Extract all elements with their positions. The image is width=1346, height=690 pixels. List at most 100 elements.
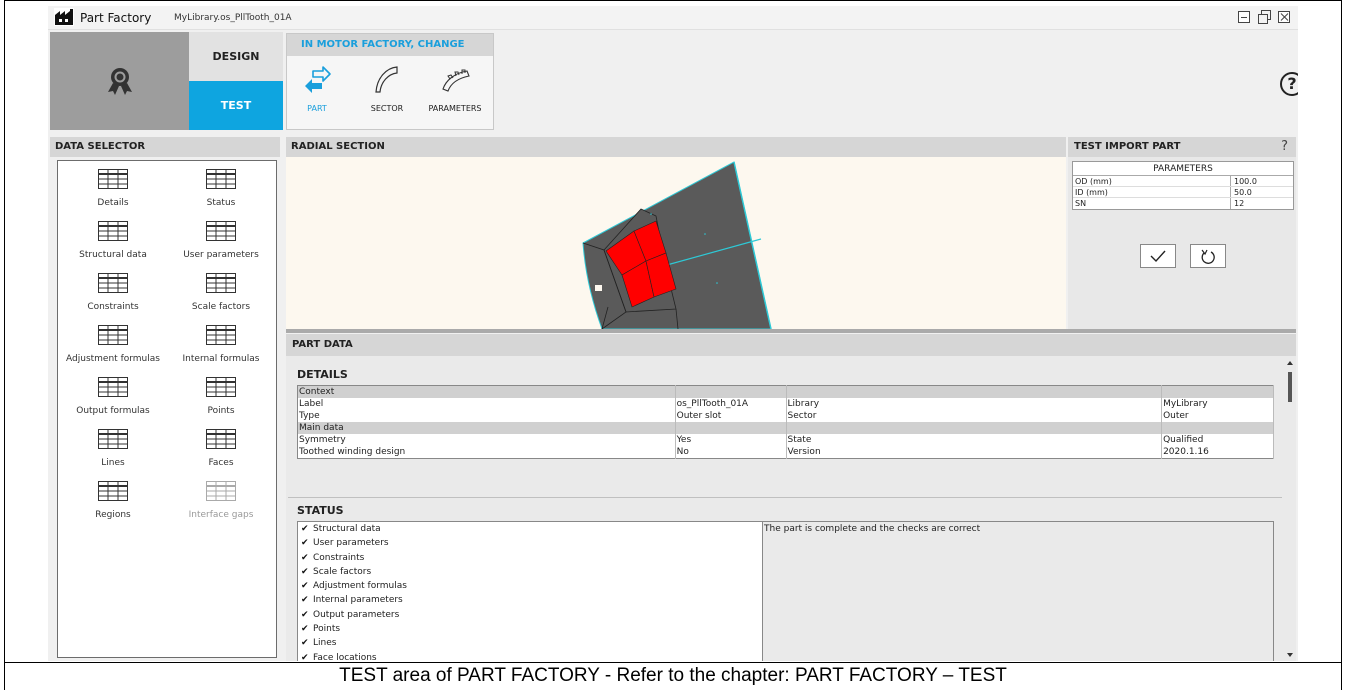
status-item[interactable]: ✔ Structural data (298, 522, 762, 536)
status-item[interactable]: ✔ Face locations (298, 651, 762, 661)
table-icon (206, 273, 236, 293)
param-value-id[interactable]: 50.0 (1231, 187, 1293, 197)
part-data-panel: DETAILS Context Label os_PllTooth_01A Libra… (286, 356, 1284, 661)
design-mode-button[interactable]: DESIGN (189, 32, 283, 81)
checkmark-icon: ✔ (301, 552, 309, 563)
scroll-down-arrow[interactable] (1287, 653, 1293, 657)
data-selector-item-label: User parameters (183, 250, 259, 260)
status-item-label: Points (313, 624, 341, 635)
data-selector-item[interactable]: Constraints (58, 273, 168, 312)
status-item-label: User parameters (313, 538, 389, 549)
data-selector-item[interactable]: Points (166, 377, 276, 416)
status-title: STATUS (297, 504, 344, 517)
details-cell: Context (297, 385, 676, 398)
status-item-label: Output parameters (313, 609, 400, 620)
help-icon[interactable]: ? (1280, 72, 1298, 96)
table-icon (98, 273, 128, 293)
close-button[interactable] (1278, 11, 1290, 23)
details-row: Symmetry Yes State Qualified (297, 434, 1274, 446)
data-selector-item[interactable]: Output formulas (58, 377, 168, 416)
checkmark-icon: ✔ (301, 624, 309, 635)
data-selector-item[interactable]: Lines (58, 429, 168, 468)
data-selector-item[interactable]: Internal formulas (166, 325, 276, 364)
status-item[interactable]: ✔ Adjustment formulas (298, 579, 762, 593)
status-item[interactable]: ✔ User parameters (298, 536, 762, 550)
table-icon (206, 481, 236, 501)
data-selector-item[interactable]: Faces (166, 429, 276, 468)
data-selector-item-label: Points (207, 406, 235, 416)
details-row: Label os_PllTooth_01A Library MyLibrary (297, 398, 1274, 410)
data-selector-item[interactable]: Regions (58, 481, 168, 520)
part-button[interactable]: PART (289, 64, 345, 113)
test-import-help-icon[interactable]: ? (1281, 137, 1288, 157)
details-group-row: Main data (297, 422, 1274, 434)
details-cell: Library (786, 398, 1163, 410)
status-list[interactable]: ✔ Structural data ✔ User parameters ✔ Constra… (297, 521, 763, 661)
details-cell (1161, 385, 1274, 398)
data-selector-item[interactable]: Status (166, 169, 276, 208)
checkmark-icon: ✔ (301, 638, 309, 649)
param-value-sn[interactable]: 12 (1231, 198, 1293, 209)
details-cell: Version (786, 446, 1163, 459)
status-item[interactable]: ✔ Output parameters (298, 608, 762, 622)
details-cell: Toothed winding design (297, 446, 676, 459)
apply-button[interactable] (1140, 244, 1176, 268)
factory-app-icon (54, 8, 74, 26)
part-factory-window: Part Factory MyLibrary.os_PllTooth_01A D… (48, 6, 1298, 661)
details-cell: 2020.1.16 (1161, 446, 1274, 459)
radial-section-drawing (582, 161, 772, 329)
status-item[interactable]: ✔ Internal parameters (298, 593, 762, 607)
table-icon (98, 481, 128, 501)
figure-caption: TEST area of PART FACTORY - Refer to the… (339, 665, 1007, 686)
data-selector-item[interactable]: Structural data (58, 221, 168, 260)
scroll-thumb[interactable] (1288, 372, 1292, 402)
part-label: PART (307, 104, 327, 113)
parameters-label: PARAMETERS (428, 104, 482, 113)
parameters-button[interactable]: PARAMETERS (427, 64, 483, 113)
part-data-scrollbar[interactable] (1284, 356, 1296, 661)
status-item-label: Structural data (313, 524, 381, 534)
param-value-od[interactable]: 100.0 (1231, 176, 1293, 186)
details-cell (1161, 422, 1274, 434)
details-cell: MyLibrary (1161, 398, 1274, 410)
part-data-header: PART DATA (286, 334, 1296, 356)
details-cell: Outer (1161, 410, 1274, 422)
minimize-button[interactable] (1238, 11, 1250, 23)
details-table: Context Label os_PllTooth_01A Library MyLibr… (297, 385, 1274, 459)
radial-section-canvas[interactable] (286, 157, 1066, 329)
status-item[interactable]: ✔ Lines (298, 636, 762, 650)
restore-button[interactable] (1258, 10, 1271, 24)
scroll-up-arrow[interactable] (1287, 361, 1293, 365)
status-message: The part is complete and the checks are … (763, 521, 1274, 661)
panel-splitter[interactable] (286, 329, 1296, 333)
data-selector-item[interactable]: User parameters (166, 221, 276, 260)
param-row-sn: SN 12 (1073, 198, 1293, 209)
table-icon (98, 377, 128, 397)
status-item[interactable]: ✔ Scale factors (298, 565, 762, 579)
title-bar: Part Factory MyLibrary.os_PllTooth_01A (48, 6, 1298, 30)
table-icon (98, 221, 128, 241)
data-selector-item-label: Regions (95, 510, 131, 520)
undo-icon (1201, 249, 1215, 264)
sector-button[interactable]: SECTOR (359, 64, 415, 113)
table-icon (98, 429, 128, 449)
details-cell: Sector (786, 410, 1163, 422)
test-mode-button[interactable]: TEST (189, 81, 283, 130)
data-selector-item[interactable]: Scale factors (166, 273, 276, 312)
details-cell: Type (297, 410, 676, 422)
data-selector-item[interactable]: Details (58, 169, 168, 208)
checkmark-icon: ✔ (301, 581, 309, 592)
details-cell: Label (297, 398, 676, 410)
parameters-table-header: PARAMETERS (1073, 162, 1293, 176)
table-icon (206, 429, 236, 449)
details-group-row: Context (297, 385, 1274, 398)
status-item[interactable]: ✔ Points (298, 622, 762, 636)
status-item-label: Lines (313, 638, 337, 649)
table-icon (206, 377, 236, 397)
details-cell: Yes (675, 434, 787, 446)
status-item[interactable]: ✔ Constraints (298, 551, 762, 565)
data-selector-item[interactable]: Adjustment formulas (58, 325, 168, 364)
reset-button[interactable] (1190, 244, 1226, 268)
medal-icon (108, 68, 132, 95)
details-cell (675, 422, 787, 434)
